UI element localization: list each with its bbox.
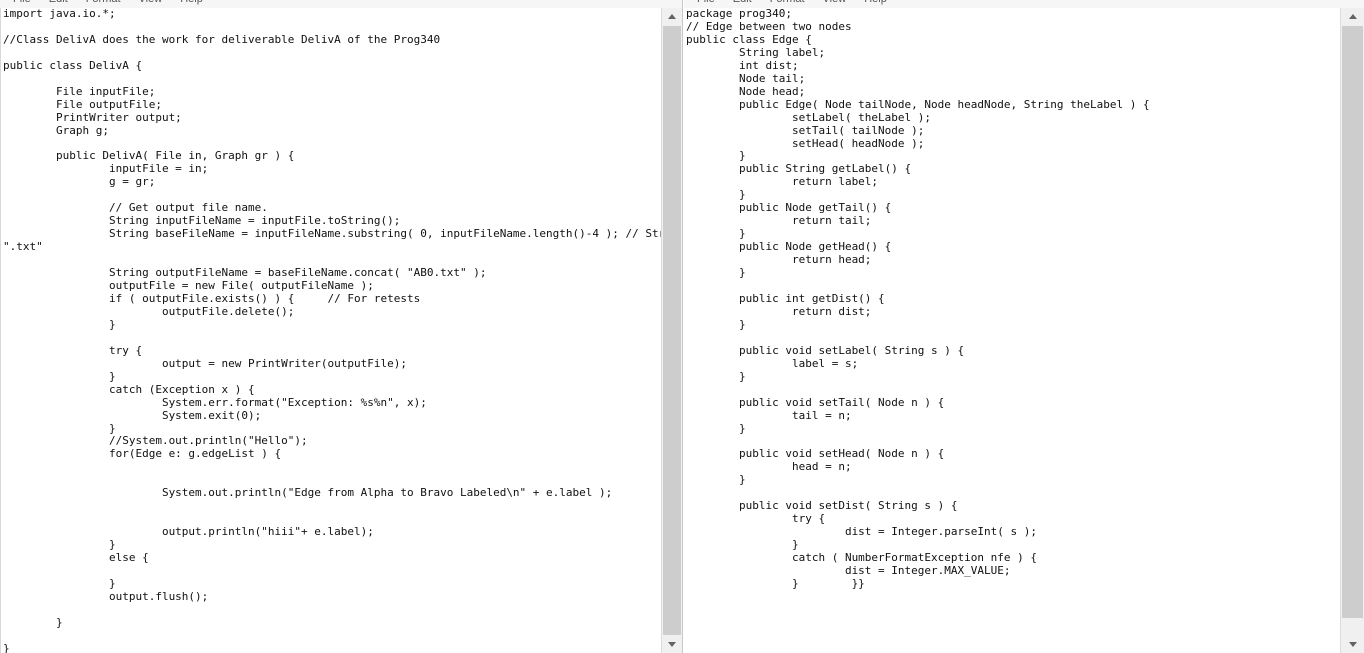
code-editor-area-left[interactable]: import java.io.*; //Class DelivA does th…	[0, 8, 661, 653]
menu-item-edit[interactable]: Edit	[40, 0, 77, 7]
scroll-down-button-left[interactable]	[662, 636, 682, 653]
source-code-edge[interactable]: package prog340; // Edge between two nod…	[684, 8, 1340, 591]
code-editor-area-right[interactable]: package prog340; // Edge between two nod…	[684, 8, 1340, 653]
menu-item-format[interactable]: Format	[761, 0, 814, 7]
scroll-down-button-right[interactable]	[1341, 636, 1364, 653]
menu-item-format[interactable]: Format	[77, 0, 130, 7]
menu-item-file[interactable]: File	[4, 0, 40, 7]
chevron-up-icon	[1348, 14, 1357, 19]
menu-item-help[interactable]: Help	[855, 0, 896, 7]
vertical-scrollbar-right[interactable]	[1340, 8, 1364, 653]
chevron-up-icon	[668, 14, 676, 19]
menu-item-view[interactable]: View	[130, 0, 172, 7]
menu-item-file[interactable]: File	[688, 0, 724, 7]
scrollbar-thumb-right[interactable]	[1342, 26, 1363, 618]
vertical-scrollbar-left[interactable]	[661, 8, 682, 653]
chevron-down-icon	[1348, 642, 1357, 647]
source-code-delivA[interactable]: import java.io.*; //Class DelivA does th…	[1, 8, 661, 653]
chevron-down-icon	[668, 642, 676, 647]
scroll-up-button-left[interactable]	[662, 8, 682, 25]
editor-window-delivA: File Edit Format View Help import java.i…	[0, 0, 683, 653]
screen: File Edit Format View Help import java.i…	[0, 0, 1364, 653]
menu-item-help[interactable]: Help	[171, 0, 212, 7]
editor-window-edge: File Edit Format View Help package prog3…	[684, 0, 1364, 653]
scrollbar-thumb-left[interactable]	[663, 26, 681, 635]
menu-item-view[interactable]: View	[814, 0, 856, 7]
scroll-up-button-right[interactable]	[1341, 8, 1364, 25]
menu-item-edit[interactable]: Edit	[724, 0, 761, 7]
